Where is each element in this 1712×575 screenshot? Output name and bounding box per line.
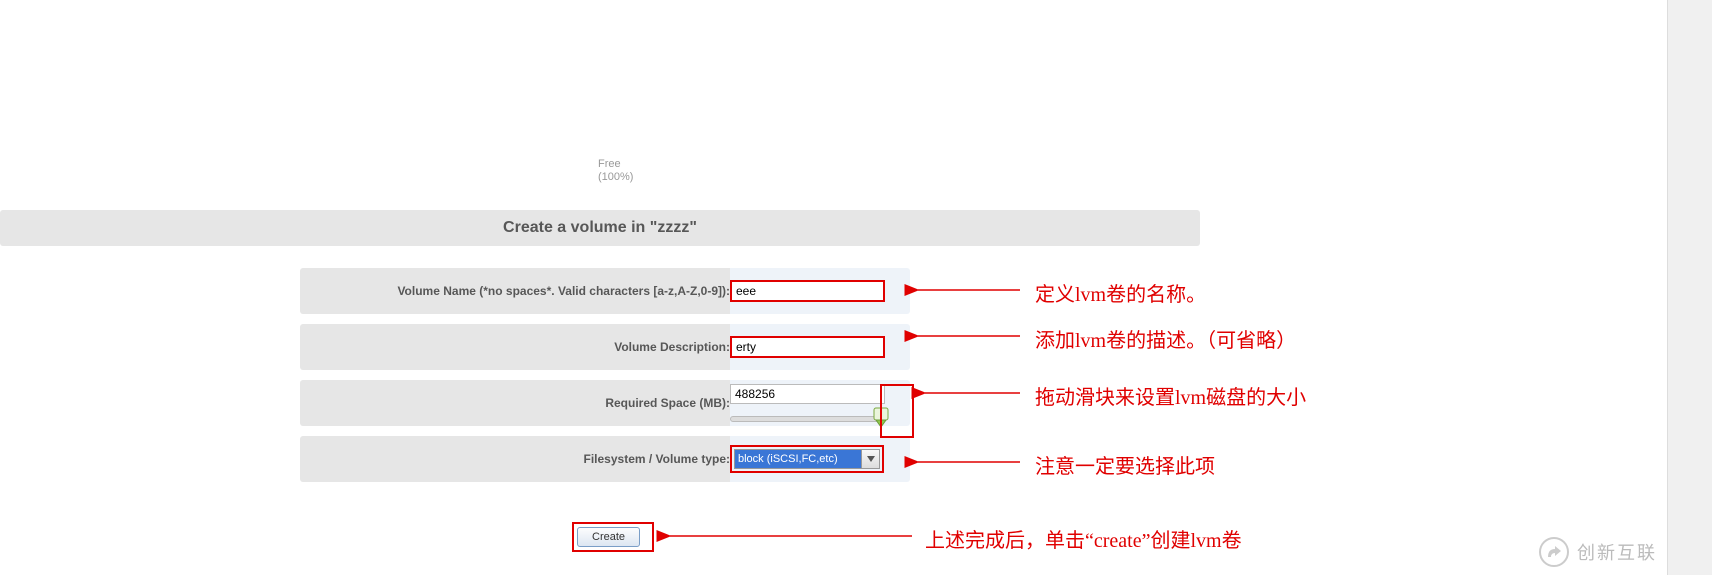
row-volume-desc: Volume Description: [300,324,910,370]
create-highlight: Create [572,522,654,552]
watermark-text: 创新互联 [1577,539,1657,565]
row-required-space: Required Space (MB): [300,380,910,426]
volume-name-input[interactable] [730,280,885,302]
volume-desc-input[interactable] [730,336,885,358]
row-volume-name: Volume Name (*no spaces*. Valid characte… [300,268,910,314]
volume-desc-cell [730,324,910,370]
fs-type-label: Filesystem / Volume type: [300,436,730,482]
fs-type-value: block (iSCSI,FC,etc) [735,450,861,468]
chevron-down-icon [861,450,879,468]
create-row: Create [572,522,654,552]
watermark-logo-icon [1539,537,1569,567]
watermark: 创新互联 [1539,537,1657,567]
fs-type-cell: block (iSCSI,FC,etc) [730,436,910,482]
volume-form: Volume Name (*no spaces*. Valid characte… [300,268,910,482]
annotation-desc: 添加lvm卷的描述。（可省略） [1035,324,1296,353]
annotation-size: 拖动滑块来设置lvm磁盘的大小 [1035,381,1306,410]
volume-desc-label: Volume Description: [300,324,730,370]
section-title: Create a volume in "zzzz" [503,219,697,237]
volume-name-label: Volume Name (*no spaces*. Valid characte… [300,268,730,314]
section-title-bar: Create a volume in "zzzz" [0,210,1200,246]
annotation-name: 定义lvm卷的名称。 [1035,278,1206,307]
annotation-type: 注意一定要选择此项 [1035,450,1215,479]
slider-highlight-box [880,384,914,438]
free-text-1: Free (100%) [598,158,633,183]
content-area: Free (100%) Create a volume in "zzzz" Vo… [0,0,1200,575]
required-space-input[interactable] [730,384,885,404]
required-space-cell [730,380,910,426]
size-slider-track[interactable] [730,416,885,422]
required-space-label: Required Space (MB): [300,380,730,426]
row-fs-type: Filesystem / Volume type: block (iSCSI,F… [300,436,910,482]
volume-name-cell [730,268,910,314]
annotation-create: 上述完成后，单击“create”创建lvm卷 [925,524,1242,553]
fs-type-select[interactable]: block (iSCSI,FC,etc) [734,449,880,469]
create-button[interactable]: Create [577,527,640,547]
fs-type-highlight: block (iSCSI,FC,etc) [730,445,884,473]
right-gutter [1667,0,1712,575]
free-space-label: Free (100%) [598,158,633,184]
